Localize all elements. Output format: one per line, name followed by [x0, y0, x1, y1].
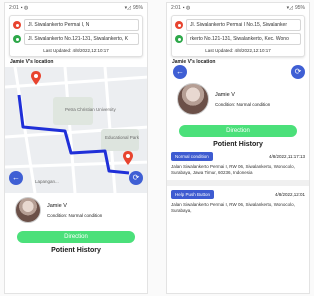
destination-dot-icon — [13, 35, 21, 43]
condition-line: Condition: Normal condition — [215, 102, 270, 107]
user-name: Jamie V — [215, 91, 235, 98]
status-bar: 2:01 ▪ ◍ ▾◿ 95% — [167, 3, 309, 13]
history-date: 4/8/2022,12:01 — [274, 192, 305, 197]
status-bar: 2:01 ▪ ◍ ▾◿ 95% — [5, 3, 147, 13]
refresh-button[interactable]: ⟳ — [291, 65, 305, 79]
location-title: Jamie V's location — [172, 59, 216, 65]
origin-dot-icon — [175, 21, 183, 29]
refresh-icon: ⟳ — [132, 173, 140, 182]
map-strip[interactable]: ← ⟳ — [167, 65, 309, 79]
signal-icon: ▾◿ — [286, 5, 293, 11]
location-title: Jamie V's location — [10, 59, 54, 65]
user-name: Jamie V — [47, 202, 67, 209]
status-icons: ▪ ◍ — [182, 5, 191, 11]
last-updated-text: Last Updated: 4/8/2022,12:10:17 — [205, 48, 271, 53]
arrow-left-icon: ← — [176, 67, 184, 76]
destination-dot-icon — [175, 35, 183, 43]
history-title: Potient History — [213, 141, 263, 148]
profile-row: Jamie V Condition: Normal condition — [167, 77, 309, 119]
phone-screen-map: 2:01 ▪ ◍ ▾◿ 95% Jl. Siwalankerto Permai I,… — [4, 2, 148, 294]
origin-address-field[interactable]: Jl. Siwalankerto Permai I, N — [24, 19, 139, 31]
condition-value: Normal condition — [236, 101, 271, 107]
battery-text: 95% — [132, 5, 143, 11]
history-address: Jalan Siwalankerto Permai I, RW 06, Siwa… — [171, 164, 295, 175]
back-button[interactable]: ← — [173, 65, 187, 79]
history-item[interactable]: Help Push Button 4/8/2022,12:01 Jalan Si… — [171, 190, 305, 214]
back-button[interactable]: ← — [9, 171, 23, 185]
history-title: Potient History — [51, 247, 101, 254]
map-label-lapangan: Lapangan... — [35, 179, 59, 184]
map-canvas — [5, 67, 147, 193]
origin-dot-icon — [13, 21, 21, 29]
condition-label: Condition: — [215, 101, 236, 107]
address-card: Jl. Siwalankerto Permai I No.15, Siwalan… — [171, 15, 305, 57]
avatar — [15, 197, 41, 223]
status-time: 2:01 — [171, 5, 181, 11]
screenshot-stage: 2:01 ▪ ◍ ▾◿ 95% Jl. Siwalankerto Permai I,… — [0, 0, 314, 296]
history-divider — [167, 180, 309, 186]
destination-address-field[interactable]: Jl. Siwalankerto No.121-131, Siwalankert… — [24, 33, 139, 45]
avatar — [177, 83, 209, 115]
profile-row: Jamie V Condition: Normal condition — [5, 193, 147, 227]
map-label-petra: Petra Christian University — [65, 107, 116, 112]
condition-line: Condition: Normal condition — [47, 213, 102, 218]
history-date: 4/8/2022,11:17:13 — [269, 154, 305, 159]
destination-address-field[interactable]: rkerto No.121-131, Siwalankerto, Kec. Wo… — [186, 33, 301, 45]
map-pin-icon — [123, 151, 133, 165]
condition-label: Condition: — [47, 212, 68, 218]
battery-text: 95% — [294, 5, 305, 11]
status-icons: ▪ ◍ — [20, 5, 29, 11]
history-tag: Normal condition — [171, 152, 213, 161]
signal-icon: ▾◿ — [124, 5, 131, 11]
status-time: 2:01 — [9, 5, 19, 11]
map-view[interactable]: Petra Christian University Lapangan... E… — [5, 67, 147, 193]
condition-value: Normal condition — [68, 212, 103, 218]
direction-button[interactable]: Direction — [17, 231, 135, 243]
refresh-icon: ⟳ — [294, 67, 302, 76]
phone-screen-history: 2:01 ▪ ◍ ▾◿ 95% Jl. Siwalankerto Permai I … — [166, 2, 310, 294]
last-updated-text: Last Updated: 4/8/2022,12:10:17 — [43, 48, 109, 53]
direction-button[interactable]: Direction — [179, 125, 297, 137]
refresh-button[interactable]: ⟳ — [129, 171, 143, 185]
map-label-educational-park: Educational Park — [105, 135, 140, 140]
map-pin-icon — [31, 71, 41, 85]
history-address: Jalan Siwalankerto Permai I, RW 06, Siwa… — [171, 202, 295, 213]
origin-address-field[interactable]: Jl. Siwalankerto Permai I No.15, Siwalan… — [186, 19, 301, 31]
history-item[interactable]: Normal condition 4/8/2022,11:17:13 Jalan… — [167, 152, 309, 186]
history-tag: Help Push Button — [171, 190, 215, 199]
address-card: Jl. Siwalankerto Permai I, N Jl. Siwalan… — [9, 15, 143, 57]
arrow-left-icon: ← — [12, 173, 20, 182]
